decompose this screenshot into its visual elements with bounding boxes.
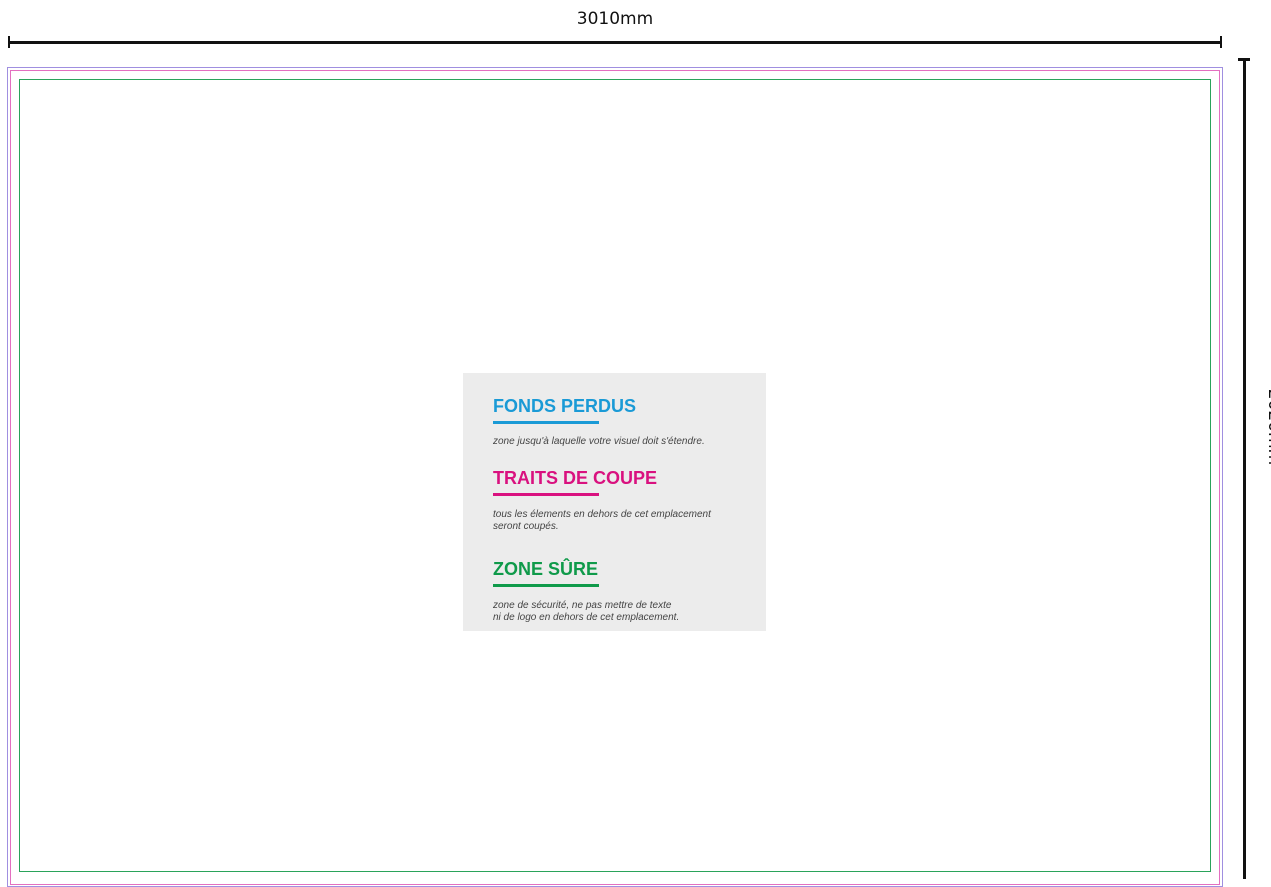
width-dimension-line (8, 41, 1222, 44)
height-dimension-tick-top (1238, 58, 1250, 61)
legend-safe-description: zone de sécurité, ne pas mettre de texte… (493, 600, 680, 623)
height-dimension-label: 2020mm (1264, 388, 1271, 466)
legend-bleed-underline (493, 421, 599, 424)
legend-trim-underline (493, 493, 599, 496)
width-dimension-tick-right (1220, 36, 1222, 48)
legend-bleed-description: zone jusqu'à laquelle votre visuel doit … (493, 436, 705, 447)
legend-safe-title: ZONE SÛRE (493, 559, 599, 579)
legend-trim-description: tous les élements en dehors de cet empla… (493, 509, 711, 532)
legend-panel: FONDS PERDUS zone jusqu'à laquelle votre… (463, 373, 766, 631)
legend-bleed-title: FONDS PERDUS (493, 396, 637, 416)
width-dimension-tick-left (8, 36, 10, 48)
legend-trim-title: TRAITS DE COUPE (493, 468, 658, 488)
height-dimension-line (1243, 58, 1246, 879)
width-dimension-label: 3010mm (576, 9, 654, 29)
legend-safe-underline (493, 584, 599, 587)
